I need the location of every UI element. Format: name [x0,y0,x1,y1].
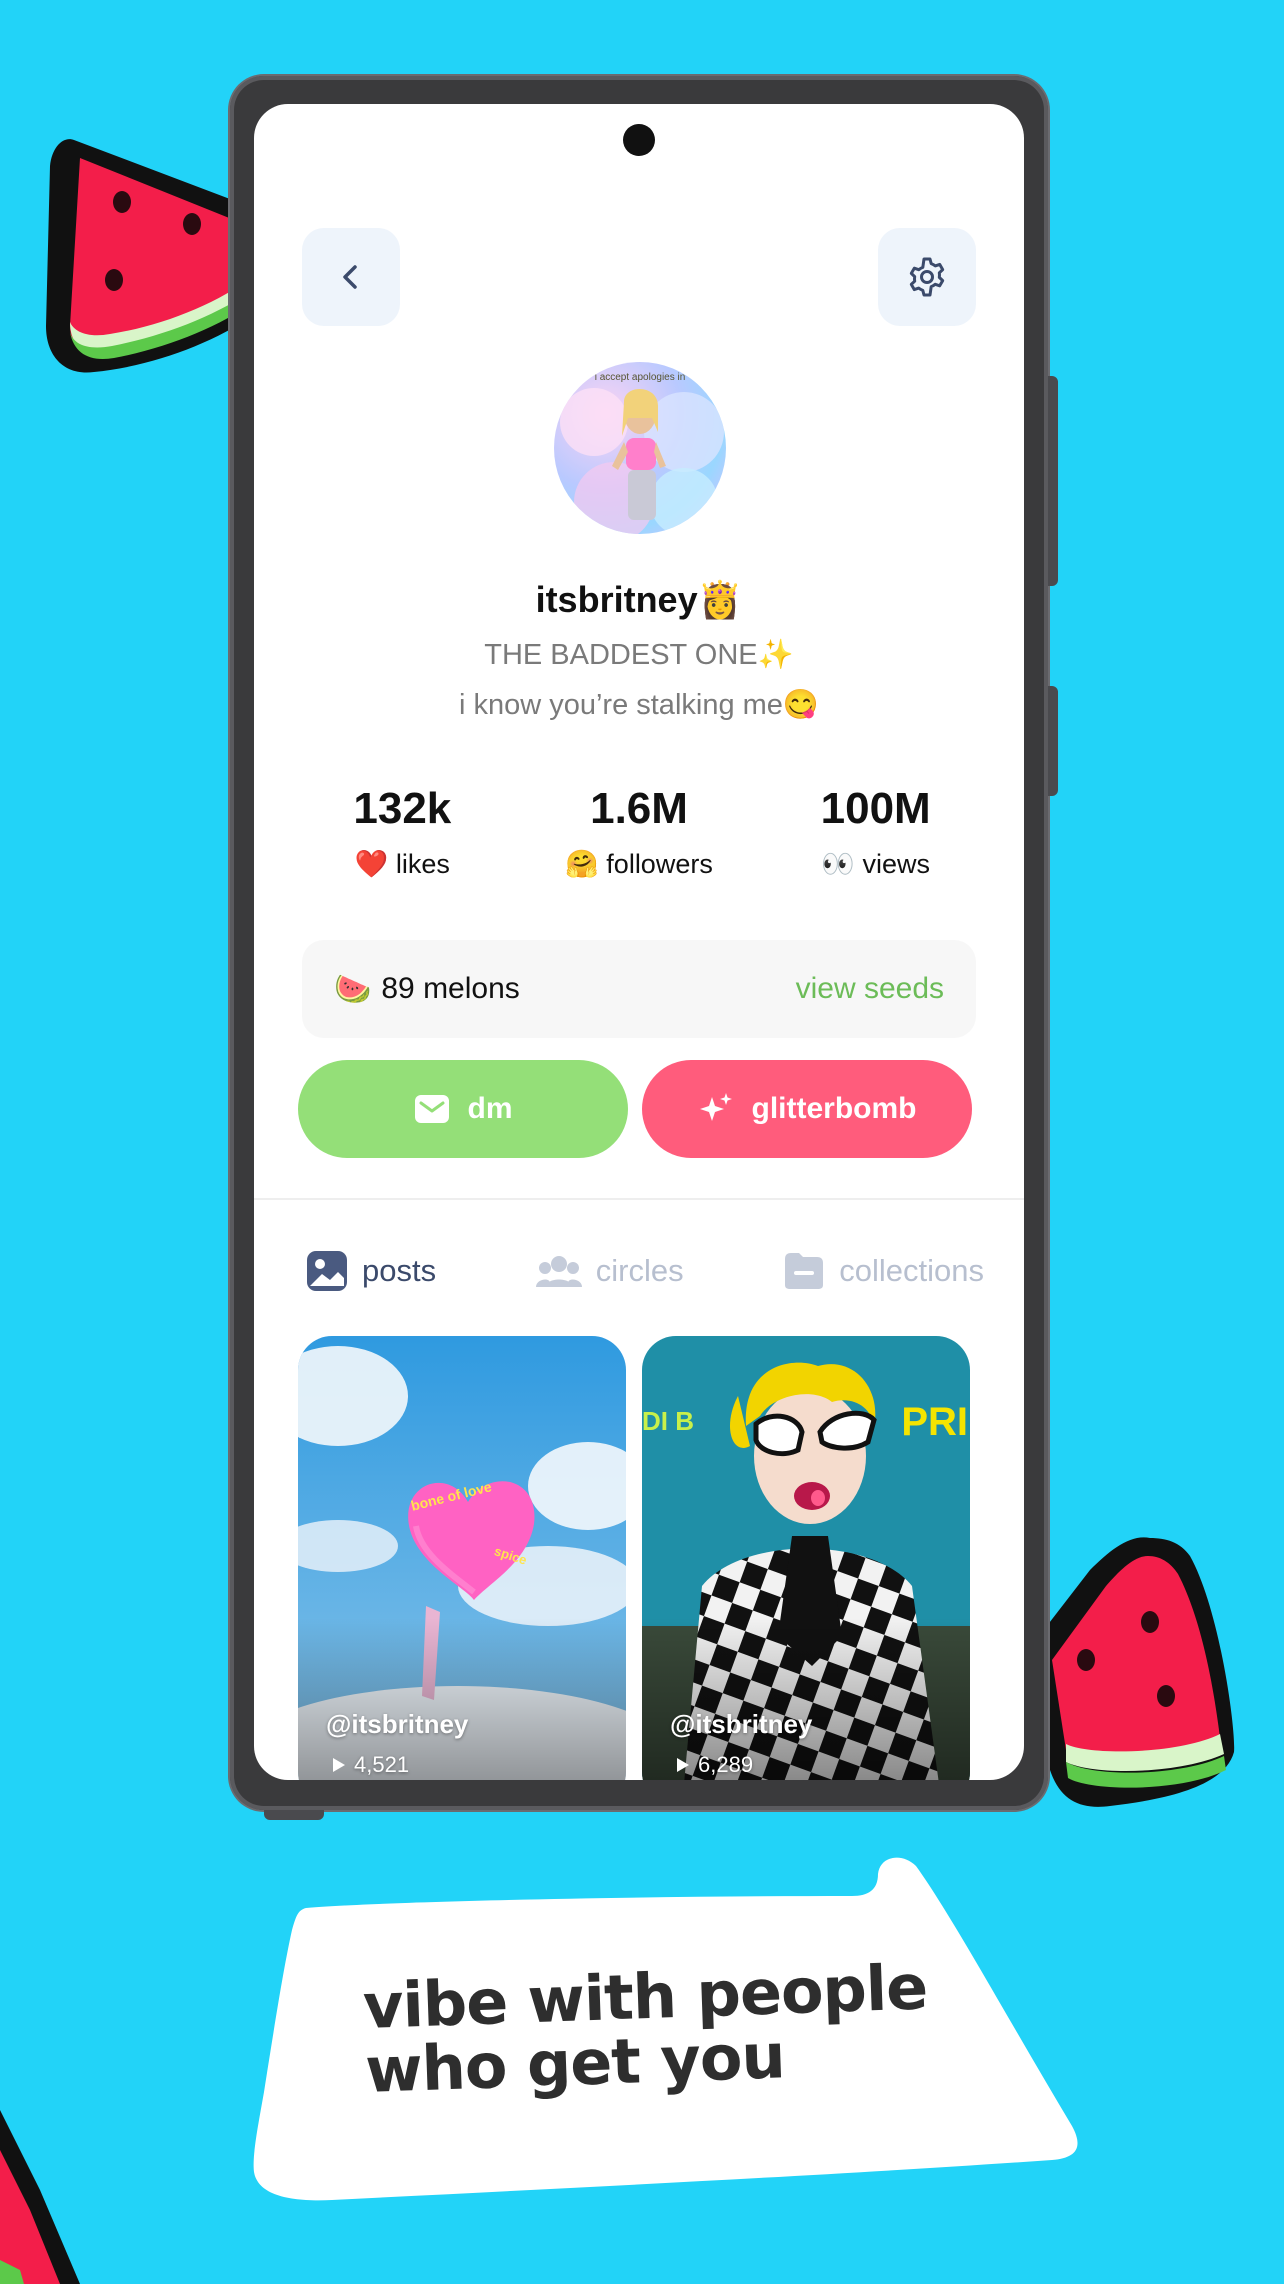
username-text: itsbritney [535,579,698,620]
mail-icon [414,1095,449,1123]
post-views: 6,289 [676,1752,753,1778]
stat-label: views [862,849,930,879]
melons-count: 🍉 89 melons [334,972,520,1007]
avatar-image [560,388,724,534]
post-view-count: 6,289 [698,1752,754,1777]
bio-line-2: i know you’re stalking me😋 [458,689,820,721]
section-divider [254,1198,1024,1200]
profile-stats: 132k ❤️ likes 1.6M 🤗 followers 100M 👀 vi… [284,784,994,880]
play-icon [677,1758,689,1772]
stat-value: 100M [820,784,931,833]
avatar[interactable]: i accept apologies in [554,362,726,534]
tab-posts[interactable]: posts [306,1250,436,1292]
profile-username: itsbritney👸 [254,579,1024,621]
post-card[interactable]: DI B PRI @itsbritney 6,289 [642,1336,970,1780]
melons-bar: 🍉 89 melons view seeds [302,940,976,1038]
profile-screen: i accept apologies in itsbritney👸 THE BA… [254,104,1024,1780]
marketing-tagline: vibe with people who get you [362,1950,1066,2107]
glitterbomb-label: glitterbomb [751,1092,917,1125]
stat-label: followers [606,849,713,879]
dm-button[interactable]: dm [298,1060,628,1158]
tab-collections[interactable]: collections [783,1251,984,1291]
stat-value: 132k [353,784,452,833]
chevron-left-icon [343,265,357,289]
stat-likes[interactable]: 132k ❤️ likes [284,784,521,880]
post-author[interactable]: @itsbritney [326,1709,468,1740]
post-views: 4,521 [332,1752,409,1778]
play-icon [333,1758,345,1772]
post-art-text: PRI [901,1400,968,1444]
post-art-text: DI B [642,1406,694,1436]
view-seeds-link[interactable]: view seeds [796,972,944,1006]
watermelon-decoration-bottom-left [0,2110,80,2284]
phone-bottom-button [264,1810,324,1820]
watermelon-decoration-right [1034,1537,1235,1807]
heart-emoji: ❤️ [354,849,389,879]
phone-frame: i accept apologies in itsbritney👸 THE BA… [230,76,1058,1820]
dm-label: dm [467,1092,513,1125]
bio-line-1: THE BADDEST ONE✨ [484,639,794,671]
settings-button[interactable] [878,228,976,326]
folder-icon [785,1253,824,1289]
tab-collections-label: collections [839,1253,984,1288]
glitterbomb-button[interactable]: glitterbomb [642,1060,972,1158]
post-view-count: 4,521 [354,1752,410,1777]
avatar-caption: i accept apologies in [594,372,686,383]
phone-volume-button [1048,376,1058,586]
stat-label: likes [395,849,450,879]
stat-value: 1.6M [590,784,688,833]
princess-emoji: 👸 [697,579,743,620]
tab-circles-label: circles [595,1253,684,1288]
hug-emoji: 🤗 [565,849,599,879]
stat-followers[interactable]: 1.6M 🤗 followers [521,784,758,880]
watermelon-icon: 🍉 [334,972,372,1006]
image-icon [307,1251,347,1291]
tab-circles[interactable]: circles [535,1253,684,1289]
profile-tabs: posts circles collections [306,1250,984,1292]
stat-views[interactable]: 100M 👀 views [757,784,994,880]
tab-posts-label: posts [362,1253,437,1288]
people-icon [535,1256,582,1287]
post-card[interactable]: bone of love spice @itsbritney 4,521 [298,1336,626,1780]
eyes-emoji: 👀 [821,849,855,879]
front-camera [623,124,655,156]
phone-power-button [1048,686,1058,796]
sparkles-icon [699,1093,732,1121]
post-author[interactable]: @itsbritney [670,1709,812,1740]
back-button[interactable] [302,228,400,326]
gear-icon [909,257,945,297]
melons-count-label: 89 melons [381,972,520,1005]
